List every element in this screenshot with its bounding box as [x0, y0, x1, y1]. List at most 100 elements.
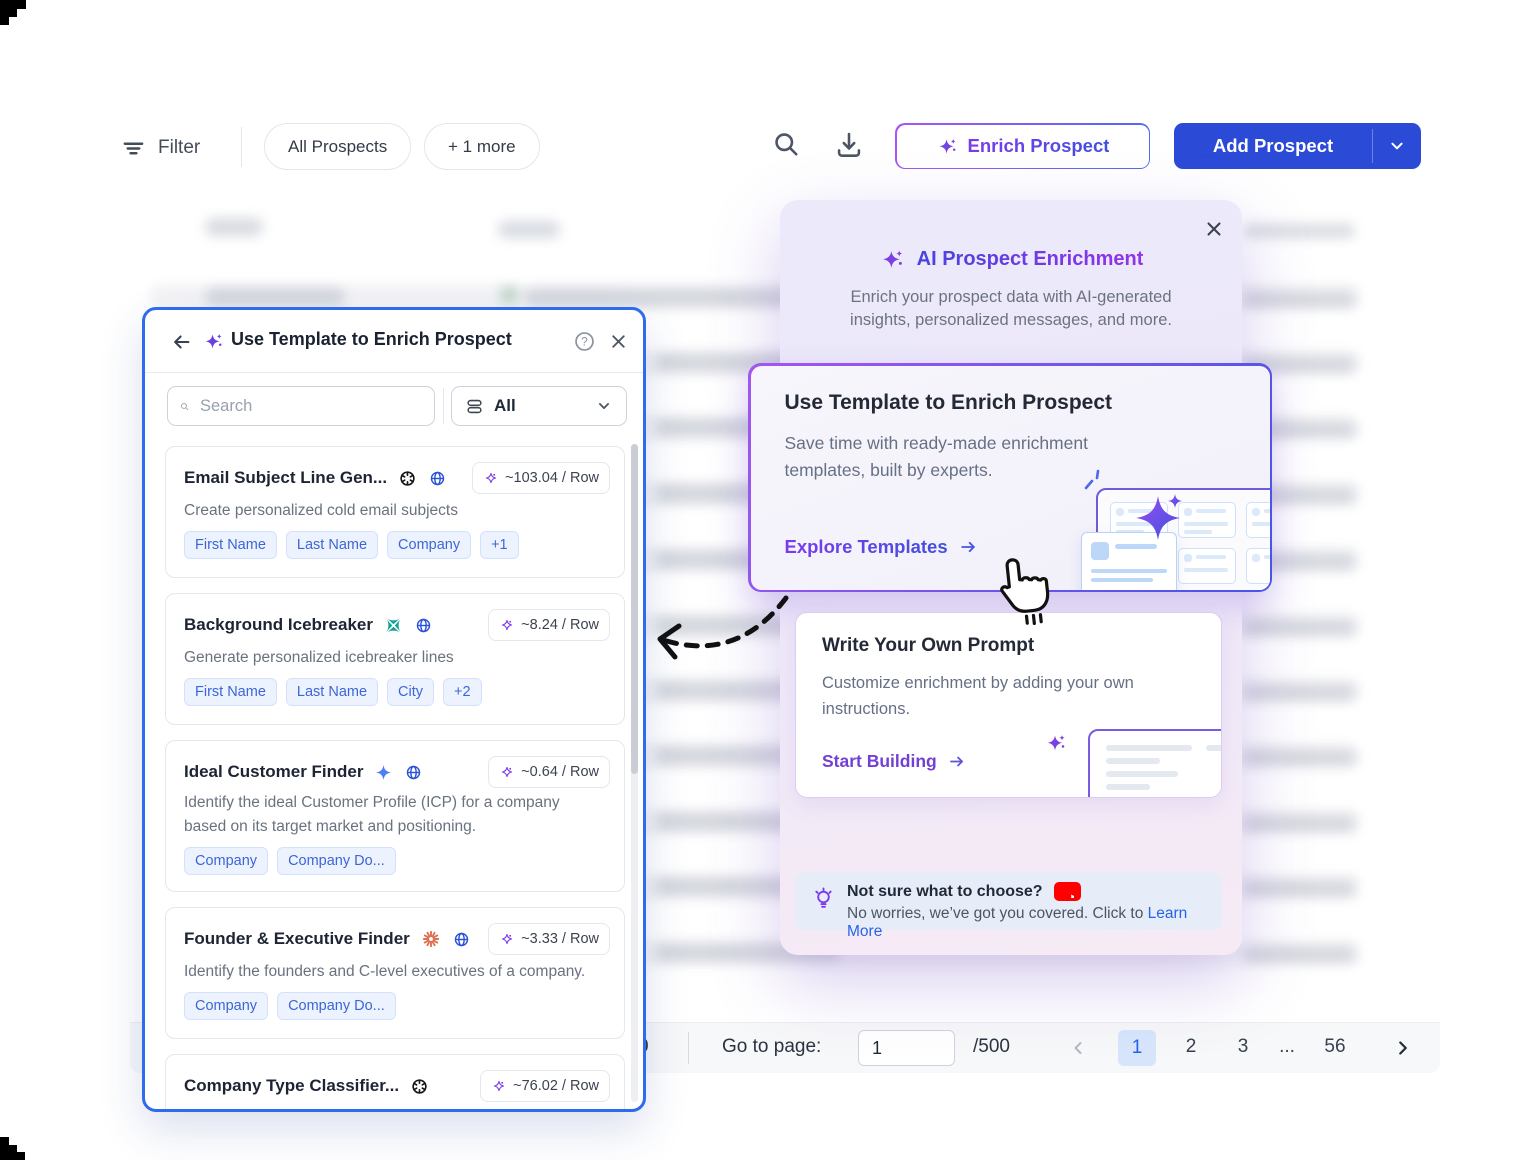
search-input[interactable] — [198, 396, 422, 417]
back-icon[interactable] — [171, 331, 193, 353]
cta-label: Start Building — [822, 751, 937, 772]
chevron-left-icon[interactable] — [1068, 1038, 1088, 1058]
cost-badge: ~8.24 / Row — [488, 609, 610, 641]
card-title: Use Template to Enrich Prospect — [785, 391, 1113, 415]
chip-all-prospects[interactable]: All Prospects — [264, 123, 411, 170]
youtube-icon[interactable] — [1054, 882, 1081, 901]
gem-icon — [499, 931, 515, 947]
add-prospect-dropdown[interactable] — [1373, 123, 1421, 169]
enrich-button-label: Enrich Prospect — [968, 135, 1110, 157]
cost-badge: ~3.33 / Row — [488, 923, 610, 955]
template-card[interactable]: Background Icebreaker ~8.24 / Row Genera… — [165, 593, 625, 725]
cost-badge: ~103.04 / Row — [472, 462, 610, 494]
panel-subtitle: Enrich your prospect data with AI-genera… — [820, 286, 1202, 332]
write-prompt-card[interactable]: Write Your Own Prompt Customize enrichme… — [795, 612, 1222, 798]
cost-badge: ~0.64 / Row — [488, 756, 610, 788]
template-tag: Company — [184, 992, 268, 1020]
search-divider — [443, 388, 444, 424]
card-description: Customize enrichment by adding your own … — [822, 671, 1162, 722]
category-filter-dropdown[interactable]: All — [451, 386, 627, 426]
category-filter-value: All — [494, 396, 585, 416]
chip-label: All Prospects — [288, 137, 387, 157]
gem-icon — [491, 1078, 507, 1094]
template-name: Background Icebreaker — [184, 615, 373, 635]
template-search — [167, 386, 435, 426]
enrich-prospect-button[interactable]: Enrich Prospect — [895, 123, 1150, 169]
pagination-divider — [688, 1032, 689, 1064]
search-icon — [180, 397, 189, 416]
close-icon[interactable] — [608, 331, 629, 352]
chevron-down-icon — [1387, 136, 1407, 156]
explore-templates-link[interactable]: Explore Templates — [785, 536, 978, 558]
sparkle-icon — [1133, 492, 1189, 554]
template-description: Identify the ideal Customer Profile (ICP… — [184, 791, 594, 839]
template-tag: Last Name — [286, 531, 378, 559]
page-button-2[interactable]: 2 — [1174, 1036, 1208, 1058]
teal-provider-icon — [384, 616, 403, 635]
chip-label: + 1 more — [448, 137, 516, 157]
chip-more-filters[interactable]: + 1 more — [424, 123, 540, 170]
crop-artifact-top-left — [0, 9, 17, 17]
help-note: Not sure what to choose? No worries, we’… — [795, 872, 1222, 930]
cost-label: ~0.64 / Row — [521, 764, 599, 780]
use-template-modal: Use Template to Enrich Prospect All Emai… — [142, 307, 646, 1112]
cost-label: ~76.02 / Row — [513, 1078, 599, 1094]
modal-title: Use Template to Enrich Prospect — [231, 329, 512, 350]
crop-artifact-bottom-left — [9, 1145, 17, 1160]
filter-button[interactable]: Filter — [122, 129, 200, 167]
help-icon[interactable] — [573, 330, 596, 353]
add-button-label: Add Prospect — [1174, 123, 1372, 169]
sparkle-icon — [879, 246, 906, 273]
cta-label: Explore Templates — [785, 536, 948, 558]
template-description: Identify the founders and C-level execut… — [184, 960, 585, 984]
cost-label: ~103.04 / Row — [505, 470, 599, 486]
cost-badge: ~76.02 / Row — [480, 1070, 610, 1102]
template-card[interactable]: Email Subject Line Gen... ~103.04 / Row … — [165, 446, 625, 578]
template-description: Create personalized cold email subjects — [184, 499, 458, 523]
gem-icon — [499, 617, 515, 633]
page-ellipsis: ... — [1270, 1036, 1304, 1058]
search-icon[interactable] — [772, 130, 800, 158]
card-title: Write Your Own Prompt — [822, 635, 1034, 657]
claude-icon — [421, 929, 441, 949]
template-tag: Company Do... — [277, 847, 396, 875]
add-prospect-button[interactable]: Add Prospect — [1174, 123, 1421, 169]
download-icon[interactable] — [835, 130, 863, 158]
filter-label: Filter — [158, 137, 200, 159]
goto-page-input[interactable] — [858, 1030, 955, 1066]
panel-title: AI Prospect Enrichment — [917, 248, 1144, 271]
globe-icon — [428, 469, 447, 488]
template-name: Email Subject Line Gen... — [184, 468, 387, 488]
close-icon[interactable] — [1203, 218, 1225, 240]
gem-icon — [499, 764, 515, 780]
note-title: Not sure what to choose? — [847, 883, 1043, 901]
scrollbar-thumb[interactable] — [631, 444, 638, 774]
page-button-3[interactable]: 3 — [1226, 1036, 1260, 1058]
template-tag: First Name — [184, 678, 277, 706]
cursor-pointer-icon — [989, 549, 1065, 636]
crop-artifact-top-left — [0, 0, 26, 9]
start-building-link[interactable]: Start Building — [822, 751, 966, 772]
modal-header: Use Template to Enrich Prospect — [145, 310, 643, 373]
chevron-right-icon[interactable] — [1392, 1037, 1414, 1059]
sparkle-icon — [936, 135, 959, 158]
dashed-arrow — [638, 576, 803, 671]
template-card[interactable]: Ideal Customer Finder ~0.64 / Row Identi… — [165, 740, 625, 892]
page-button-56[interactable]: 56 — [1314, 1036, 1356, 1058]
crop-artifact-top-left — [0, 17, 9, 25]
template-card[interactable]: Company Type Classifier... ~76.02 / Row … — [165, 1054, 625, 1112]
template-name: Founder & Executive Finder — [184, 929, 410, 949]
template-name: Ideal Customer Finder — [184, 762, 363, 782]
openai-icon — [410, 1077, 429, 1096]
cost-label: ~8.24 / Row — [521, 617, 599, 633]
gem-icon — [483, 470, 499, 486]
globe-icon — [404, 763, 423, 782]
crop-artifact-bottom-left — [17, 1152, 25, 1160]
sparkle-icon — [1044, 731, 1068, 755]
template-tag: Company — [387, 531, 471, 559]
template-tag: Last Name — [286, 678, 378, 706]
sparkle-icon — [202, 330, 225, 353]
openai-icon — [398, 469, 417, 488]
page-button-1[interactable]: 1 — [1118, 1030, 1156, 1066]
template-card[interactable]: Founder & Executive Finder ~3.33 / Row I… — [165, 907, 625, 1039]
